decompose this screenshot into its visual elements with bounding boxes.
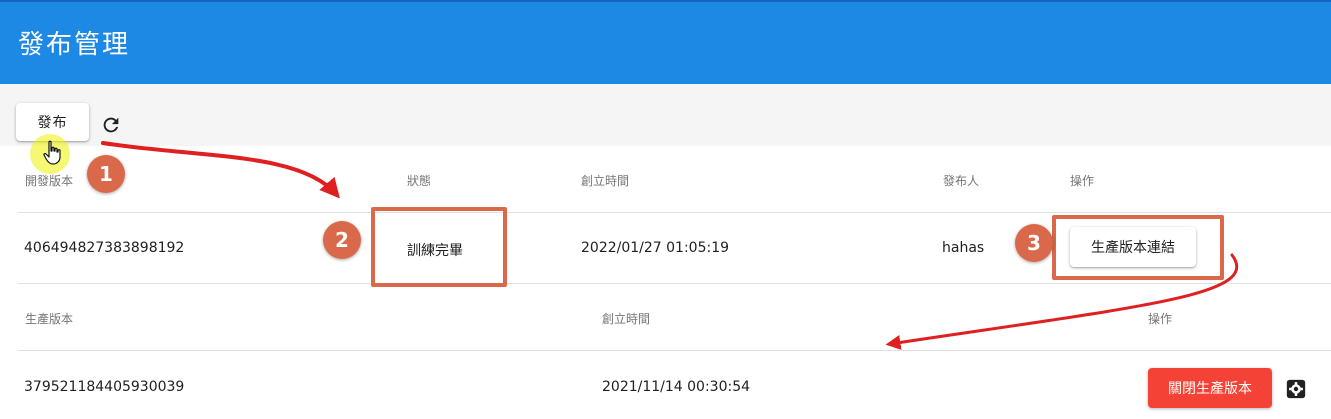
header-prod-actions: 操作	[1148, 312, 1173, 326]
divider	[18, 283, 1331, 284]
header-prod-created: 創立時間	[602, 312, 651, 326]
highlight-box-status	[371, 207, 507, 287]
header-prod-version: 生產版本	[25, 312, 74, 326]
refresh-icon[interactable]	[100, 114, 122, 136]
divider	[18, 212, 1331, 213]
close-production-button[interactable]: 關閉生產版本	[1148, 368, 1272, 408]
step-badge-1: 1	[87, 155, 125, 193]
divider	[18, 350, 1331, 351]
toolbar: 發布	[0, 84, 1331, 146]
highlight-box-action	[1052, 215, 1224, 280]
publisher-cell: hahas	[942, 240, 985, 256]
header-publisher: 發布人	[943, 174, 980, 188]
step-badge-3: 3	[1015, 224, 1053, 262]
page-title: 發布管理	[18, 30, 131, 60]
dev-version-cell: 406494827383898192	[24, 240, 185, 256]
header-actions: 操作	[1070, 174, 1095, 188]
prod-version-cell: 379521184405930039	[24, 379, 185, 395]
created-cell: 2022/01/27 01:05:19	[581, 240, 730, 256]
hand-pointer-icon	[43, 140, 61, 165]
header-status: 狀態	[407, 174, 432, 188]
release-table: 開發版本 狀態 創立時間 發布人 操作 406494827383898192 訓…	[18, 146, 1331, 419]
app-bar: 發布管理	[0, 0, 1331, 84]
header-created: 創立時間	[581, 174, 630, 188]
prod-created-cell: 2021/11/14 00:30:54	[602, 379, 751, 395]
step-badge-2: 2	[323, 221, 361, 259]
header-dev-version: 開發版本	[25, 174, 74, 188]
settings-icon[interactable]	[1285, 378, 1307, 400]
